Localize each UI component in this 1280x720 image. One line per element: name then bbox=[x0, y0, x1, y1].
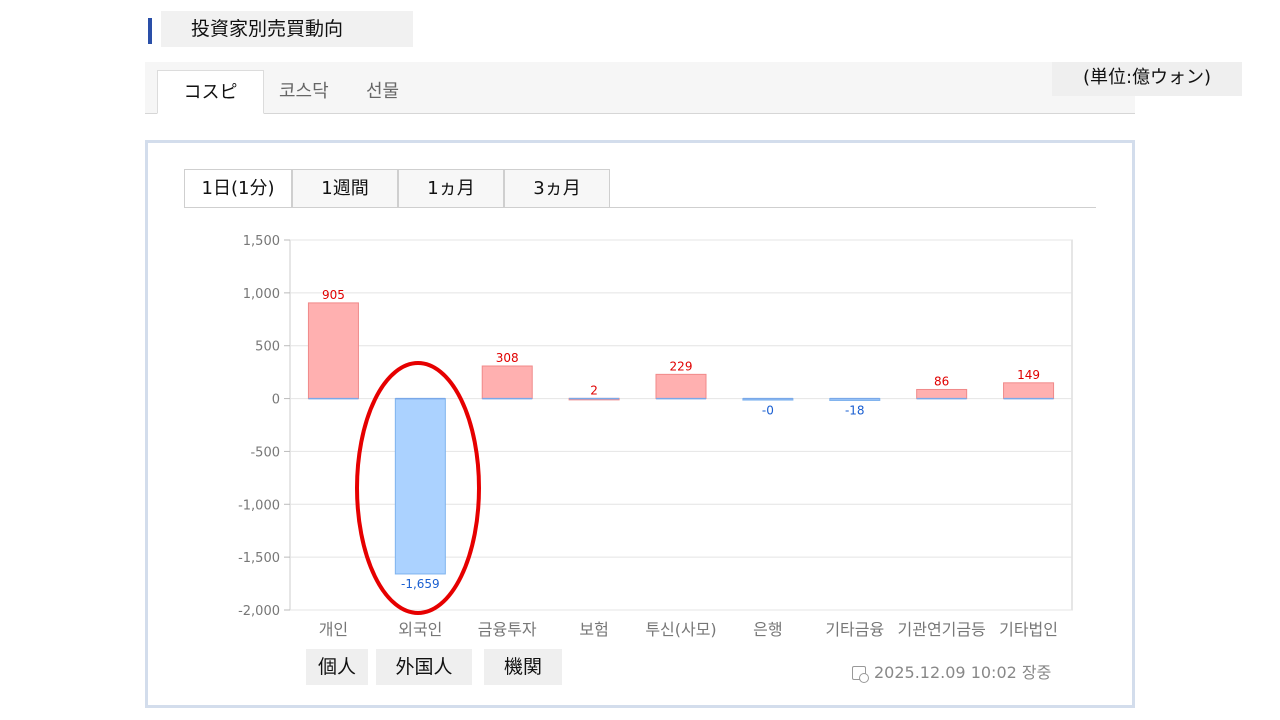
timestamp-text: 2025.12.09 10:02 장중 bbox=[874, 663, 1052, 682]
x-tick-label: 금융투자 bbox=[478, 620, 537, 639]
institution-button[interactable]: 機関 bbox=[484, 649, 562, 685]
bar-0 bbox=[307, 302, 359, 400]
x-tick-label: 기타금융 bbox=[825, 620, 884, 639]
y-tick-label: -500 bbox=[250, 445, 280, 460]
data-label: 229 bbox=[670, 359, 693, 373]
y-tick-label: -1,500 bbox=[238, 551, 280, 566]
y-tick-label: 1,500 bbox=[243, 234, 280, 249]
x-tick-label: 외국인 bbox=[398, 620, 442, 639]
bar-8 bbox=[1003, 382, 1055, 400]
bar-2 bbox=[481, 365, 533, 400]
foreigner-button[interactable]: 外国人 bbox=[376, 649, 472, 685]
data-label: 149 bbox=[1017, 368, 1040, 382]
y-tick-label: -2,000 bbox=[238, 604, 280, 619]
data-label: -0 bbox=[762, 404, 774, 418]
individual-button[interactable]: 個人 bbox=[306, 649, 368, 685]
data-label: 2 bbox=[590, 383, 598, 397]
bar-1 bbox=[394, 398, 446, 575]
timestamp: 2025.12.09 10:02 장중 bbox=[852, 659, 1051, 683]
x-tick-label: 보험 bbox=[579, 620, 608, 639]
x-tick-label: 개인 bbox=[319, 620, 348, 639]
bar-4 bbox=[655, 373, 707, 400]
data-label: -18 bbox=[845, 404, 865, 418]
x-tick-label: 기타법인 bbox=[999, 620, 1058, 639]
x-tick-label: 투신(사모) bbox=[645, 620, 716, 639]
y-tick-label: 1,000 bbox=[243, 287, 280, 302]
chart-bars bbox=[307, 302, 1055, 575]
data-label: -1,659 bbox=[401, 577, 440, 591]
data-label: 86 bbox=[934, 374, 949, 388]
x-tick-label: 기관연기금등 bbox=[898, 620, 986, 639]
data-label: 308 bbox=[496, 351, 519, 365]
y-tick-label: 0 bbox=[272, 393, 280, 408]
investor-bar-chart: 1,500 1,000 500 0 -500 -1,000 -1,500 -2,000 905… bbox=[238, 234, 1073, 639]
bar-7 bbox=[916, 388, 968, 400]
y-tick-label: -1,000 bbox=[238, 498, 280, 513]
x-tick-label: 은행 bbox=[753, 620, 782, 639]
y-tick-label: 500 bbox=[255, 340, 280, 355]
calendar-clock-icon bbox=[852, 666, 869, 683]
data-label: 905 bbox=[322, 288, 345, 302]
